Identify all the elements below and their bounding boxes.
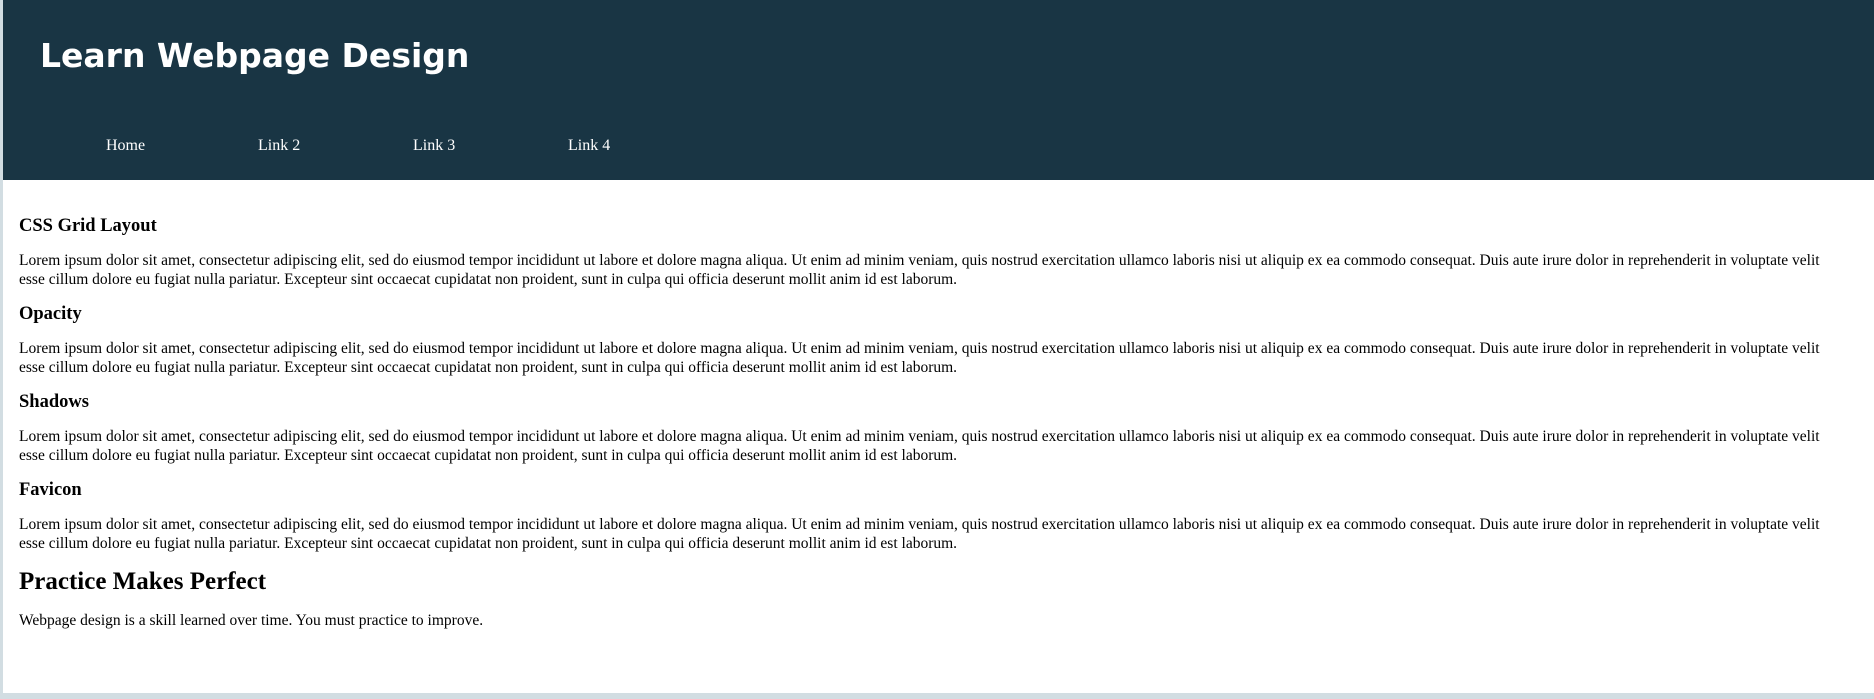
section-heading: Shadows	[19, 392, 89, 412]
site-header: Learn Webpage Design Home Link 2 Link 3 …	[3, 0, 1874, 180]
section-heading: Opacity	[19, 304, 82, 324]
nav-link-3[interactable]: Link 3	[413, 133, 455, 159]
section-favicon: Favicon Lorem ipsum dolor sit amet, cons…	[19, 478, 1849, 553]
practice-heading: Practice Makes Perfect	[19, 568, 267, 595]
section-text: Lorem ipsum dolor sit amet, consectetur …	[19, 340, 1820, 376]
nav-link-2[interactable]: Link 2	[258, 133, 300, 159]
page: Learn Webpage Design Home Link 2 Link 3 …	[3, 0, 1874, 693]
section-opacity: Opacity Lorem ipsum dolor sit amet, cons…	[19, 302, 1849, 377]
practice-text: Webpage design is a skill learned over t…	[19, 612, 484, 629]
section-css-grid: CSS Grid Layout Lorem ipsum dolor sit am…	[19, 214, 1849, 289]
section-heading: Favicon	[19, 480, 82, 500]
main-nav: Home Link 2 Link 3 Link 4	[3, 133, 803, 159]
section-practice: Practice Makes Perfect Webpage design is…	[19, 566, 1849, 630]
nav-link-4[interactable]: Link 4	[568, 133, 610, 159]
nav-link-home[interactable]: Home	[106, 133, 145, 159]
section-text: Lorem ipsum dolor sit amet, consectetur …	[19, 516, 1820, 552]
main-content: CSS Grid Layout Lorem ipsum dolor sit am…	[19, 214, 1849, 630]
section-text: Lorem ipsum dolor sit amet, consectetur …	[19, 252, 1820, 288]
section-heading: CSS Grid Layout	[19, 216, 157, 236]
site-title: Learn Webpage Design	[40, 36, 470, 75]
section-text: Lorem ipsum dolor sit amet, consectetur …	[19, 428, 1820, 464]
section-shadows: Shadows Lorem ipsum dolor sit amet, cons…	[19, 390, 1849, 465]
